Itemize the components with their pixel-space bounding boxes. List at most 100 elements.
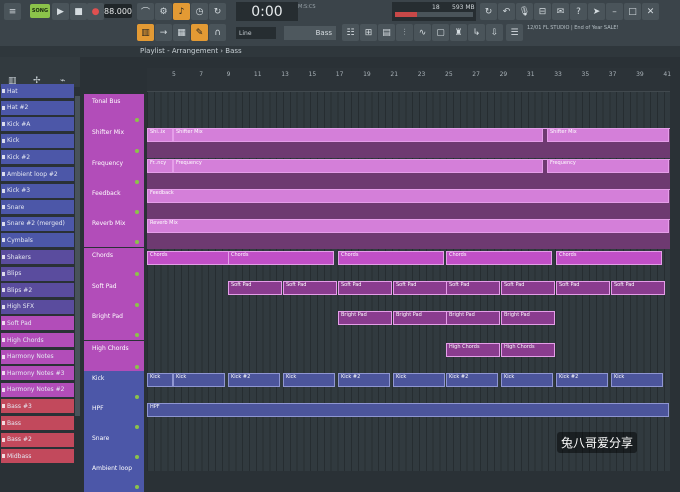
- track-mute-led[interactable]: [135, 180, 139, 184]
- channel-scrollbar-thumb[interactable]: [75, 96, 80, 416]
- chat-icon[interactable]: ✉: [552, 3, 569, 20]
- plugin-icon[interactable]: ♜: [450, 24, 467, 41]
- track-mute-led[interactable]: [135, 333, 139, 337]
- track-mute-led[interactable]: [135, 303, 139, 307]
- track-mute-led[interactable]: [135, 149, 139, 153]
- pattern-clip[interactable]: Shifter Mix: [547, 128, 669, 142]
- channel-item[interactable]: Blips #2: [1, 283, 74, 299]
- track-mute-led[interactable]: [135, 395, 139, 399]
- snap-select[interactable]: Line: [236, 27, 276, 39]
- channel-item[interactable]: Midbass: [1, 449, 74, 465]
- pattern-clip[interactable]: Kick: [611, 373, 663, 387]
- paint-icon[interactable]: ▦: [173, 24, 190, 41]
- tempo-display[interactable]: 88.000: [104, 4, 132, 18]
- track-mute-led[interactable]: [135, 425, 139, 429]
- cpu-icon[interactable]: ↻: [480, 3, 497, 20]
- pattern-clip[interactable]: Shi..ix: [147, 128, 173, 142]
- channel-item[interactable]: Shakers: [1, 250, 74, 265]
- pattern-clip[interactable]: Chords: [338, 251, 444, 265]
- channel-item[interactable]: Bass: [1, 416, 74, 431]
- cursor-icon[interactable]: ➤: [588, 3, 605, 20]
- export-icon[interactable]: ⇩: [486, 24, 503, 41]
- channel-item[interactable]: Blips: [1, 266, 74, 282]
- pattern-clip[interactable]: Soft Pad: [556, 281, 610, 295]
- pattern-clip[interactable]: Kick: [173, 373, 225, 387]
- channel-item[interactable]: Bass #2: [1, 432, 74, 448]
- pattern-clip[interactable]: Kick: [147, 373, 173, 387]
- pattern-clip[interactable]: Soft Pad: [338, 281, 392, 295]
- channel-item[interactable]: Ambient loop #2: [1, 167, 74, 182]
- playlist-icon[interactable]: ☷: [342, 24, 359, 41]
- channel-item[interactable]: Harmony Notes #2: [1, 382, 74, 398]
- pattern-clip[interactable]: Bright Pad: [446, 311, 500, 325]
- track-mute-led[interactable]: [135, 272, 139, 276]
- pattern-clip[interactable]: Feedback: [147, 189, 669, 203]
- pattern-clip[interactable]: Kick #2: [556, 373, 608, 387]
- channel-item[interactable]: Bass #3: [1, 399, 74, 415]
- undo-icon[interactable]: ↶: [498, 3, 515, 20]
- magnet-icon[interactable]: ∩: [209, 24, 226, 41]
- pattern-clip[interactable]: Frequency: [173, 159, 543, 173]
- channel-item[interactable]: High SFX: [1, 299, 74, 315]
- play-icon[interactable]: ▶: [52, 3, 69, 20]
- news-ticker[interactable]: 12/01 FL STUDIO | End of Year SALE!: [527, 25, 627, 31]
- pattern-clip[interactable]: Kick #2: [446, 373, 498, 387]
- pattern-clip[interactable]: Kick: [501, 373, 553, 387]
- pattern-clip[interactable]: Chords: [228, 251, 334, 265]
- channel-item[interactable]: Soft Pad: [1, 316, 74, 332]
- track-mute-led[interactable]: [135, 240, 139, 244]
- pattern-clip[interactable]: Chords: [556, 251, 662, 265]
- track-mute-led[interactable]: [135, 365, 139, 369]
- pattern-clip[interactable]: Bright Pad: [393, 311, 447, 325]
- pattern-clip[interactable]: Chords: [446, 251, 552, 265]
- pattern-clip[interactable]: Soft Pad: [393, 281, 447, 295]
- loop-record-icon[interactable]: ↻: [209, 3, 226, 20]
- channel-item[interactable]: Snare #2 (merged): [1, 216, 74, 232]
- sample-icon[interactable]: ∿: [414, 24, 431, 41]
- track-mute-led[interactable]: [135, 210, 139, 214]
- render-icon[interactable]: ↳: [468, 24, 485, 41]
- channel-item[interactable]: Kick #3: [1, 183, 74, 199]
- channel-rack-icon[interactable]: ▤: [378, 24, 395, 41]
- pattern-clip[interactable]: High Chords: [501, 343, 555, 357]
- pattern-select[interactable]: Bass: [284, 26, 336, 40]
- step-edit-icon[interactable]: ⚙: [155, 3, 172, 20]
- pattern-clip[interactable]: Soft Pad: [611, 281, 665, 295]
- minimize-icon[interactable]: –: [606, 3, 623, 20]
- pattern-clip[interactable]: Soft Pad: [501, 281, 555, 295]
- pattern-clip[interactable]: Frequency: [547, 159, 669, 173]
- channel-item[interactable]: Hat #2: [1, 100, 74, 116]
- channel-item[interactable]: Harmony Notes #3: [1, 366, 74, 382]
- channel-item[interactable]: Cymbals: [1, 233, 74, 249]
- track-mute-led[interactable]: [135, 485, 139, 489]
- channel-item[interactable]: Harmony Notes: [1, 349, 74, 365]
- pattern-clip[interactable]: Kick #2: [228, 373, 280, 387]
- countdown-icon[interactable]: ◷: [191, 3, 208, 20]
- mic-icon[interactable]: 🎙: [516, 3, 533, 20]
- news-icon[interactable]: ☰: [506, 24, 523, 41]
- close-icon[interactable]: ✕: [642, 3, 659, 20]
- channel-item[interactable]: Kick #A: [1, 117, 74, 133]
- pattern-clip[interactable]: Reverb Mix: [147, 219, 669, 233]
- browser-icon[interactable]: ▢: [432, 24, 449, 41]
- track-mute-led[interactable]: [135, 118, 139, 122]
- metronome-icon[interactable]: ⌒: [137, 3, 154, 20]
- channel-item[interactable]: Snare: [1, 200, 74, 216]
- pattern-clip[interactable]: Fr..ncy: [147, 159, 173, 173]
- pattern-clip[interactable]: Kick: [283, 373, 335, 387]
- help-icon[interactable]: ?: [570, 3, 587, 20]
- pattern-clip[interactable]: Kick: [393, 373, 445, 387]
- pattern-clip[interactable]: High Chords: [446, 343, 500, 357]
- mixer-icon[interactable]: ⫶: [396, 24, 413, 41]
- track-mute-led[interactable]: [135, 455, 139, 459]
- arrow-icon[interactable]: →: [155, 24, 172, 41]
- channel-item[interactable]: Kick: [1, 133, 74, 149]
- piano-roll-icon[interactable]: ⊞: [360, 24, 377, 41]
- save-icon[interactable]: ⊟: [534, 3, 551, 20]
- pattern-clip[interactable]: Soft Pad: [283, 281, 337, 295]
- pattern-clip[interactable]: Bright Pad: [501, 311, 555, 325]
- song-mode-toggle[interactable]: SONG: [30, 4, 50, 18]
- wait-input-icon[interactable]: ♪: [173, 3, 190, 20]
- pattern-clip[interactable]: Soft Pad: [446, 281, 500, 295]
- pattern-clip[interactable]: Shifter Mix: [173, 128, 543, 142]
